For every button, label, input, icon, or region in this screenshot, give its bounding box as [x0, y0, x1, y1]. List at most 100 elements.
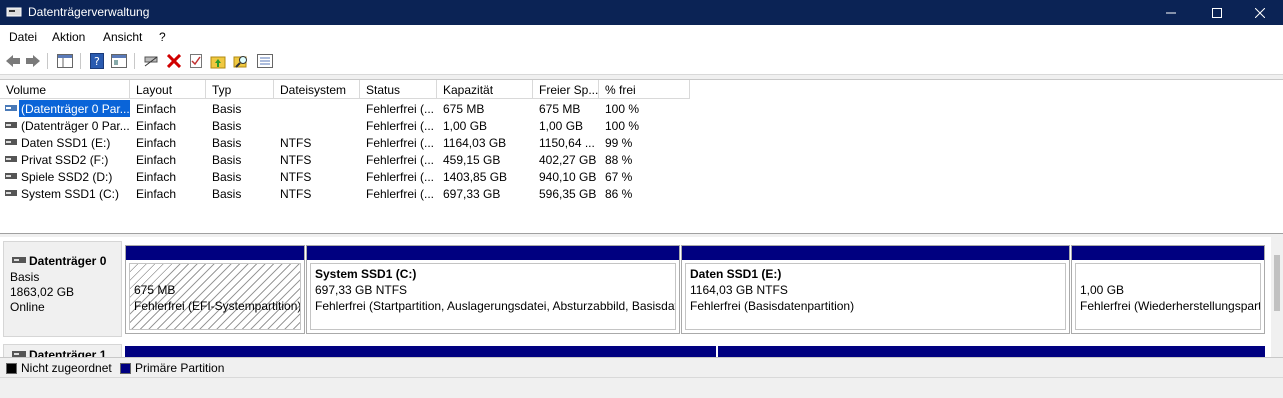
partition-body: System SSD1 (C:) 697,33 GB NTFS Fehlerfr…	[310, 263, 676, 330]
partition-body: 675 MB Fehlerfrei (EFI-Systempartition)	[129, 263, 301, 330]
cell-typ: Basis	[212, 136, 242, 150]
menu-datei[interactable]: Datei	[9, 30, 37, 44]
svg-text:?: ?	[94, 55, 100, 68]
col-header-typ[interactable]: Typ	[206, 80, 274, 99]
col-header-dateisystem[interactable]: Dateisystem	[274, 80, 360, 99]
cell-volume: (Datenträger 0 Par...	[21, 119, 130, 133]
partition-band	[1072, 246, 1264, 260]
settings-view-button[interactable]	[256, 52, 274, 70]
col-header-volume[interactable]: Volume	[0, 80, 130, 99]
window-title: Datenträgerverwaltung	[28, 5, 150, 19]
partition-system-c[interactable]: System SSD1 (C:) 697,33 GB NTFS Fehlerfr…	[306, 245, 680, 334]
scrollbar-thumb[interactable]	[1274, 255, 1280, 311]
disk1-info[interactable]: Datenträger 1	[3, 344, 122, 357]
partition-size: 697,33 GB NTFS	[315, 283, 408, 297]
minimize-button[interactable]	[1148, 0, 1194, 25]
partition-efi[interactable]: 675 MB Fehlerfrei (EFI-Systempartition)	[125, 245, 305, 334]
show-hide-console-tree-button[interactable]	[56, 52, 74, 70]
partition-recovery[interactable]: 1,00 GB Fehlerfrei (Wiederherstellungspa…	[1071, 245, 1265, 334]
table-row[interactable]: Spiele SSD2 (D:) Einfach Basis NTFS Fehl…	[0, 168, 1283, 185]
cell-dateisystem: NTFS	[280, 153, 312, 167]
title-bar: Datenträgerverwaltung	[0, 0, 1283, 25]
disk0-info[interactable]: Datenträger 0 Basis 1863,02 GB Online	[3, 241, 122, 337]
cell-prozent-frei: 88 %	[605, 153, 633, 167]
help-book-icon: ?	[90, 53, 104, 69]
partition-size: 1,00 GB	[1080, 283, 1125, 297]
toolbar-separator	[80, 53, 81, 69]
volume-icon	[5, 156, 17, 162]
cell-dateisystem: NTFS	[280, 170, 312, 184]
legend-unallocated: Nicht zugeordnet	[21, 361, 112, 375]
partition-status: Fehlerfrei (EFI-Systempartition)	[134, 299, 301, 313]
volume-icon	[5, 122, 17, 128]
maximize-button[interactable]	[1194, 0, 1240, 25]
disk1-name: Datenträger 1	[29, 348, 107, 357]
cell-kapazitaet: 459,15 GB	[443, 153, 501, 167]
partition-title	[134, 266, 296, 282]
status-bar	[0, 377, 1283, 398]
partition-status: Fehlerfrei (Basisdatenpartition)	[690, 299, 855, 313]
cell-typ: Basis	[212, 102, 242, 116]
forward-arrow-icon	[26, 55, 40, 67]
partition-title: System SSD1 (C:)	[315, 267, 417, 281]
cell-status: Fehlerfrei (...	[366, 170, 435, 184]
cell-freier-speicher: 402,27 GB	[539, 153, 597, 167]
table-row[interactable]: (Datenträger 0 Par... Einfach Basis Fehl…	[0, 100, 1283, 117]
menu-ansicht[interactable]: Ansicht	[103, 30, 142, 44]
disk-graph-pane: Datenträger 0 Basis 1863,02 GB Online 67…	[0, 237, 1283, 357]
folder-up-button[interactable]	[209, 52, 227, 70]
forward-button[interactable]	[24, 52, 42, 70]
partition-status: Fehlerfrei (Wiederherstellungspartition)	[1080, 299, 1261, 313]
col-header-kapazitaet[interactable]: Kapazität	[437, 80, 533, 99]
cell-prozent-frei: 100 %	[605, 119, 640, 133]
partition-title: Daten SSD1 (E:)	[690, 267, 782, 281]
search-folder-icon	[233, 56, 247, 68]
partition-band	[682, 246, 1069, 260]
cell-kapazitaet: 1,00 GB	[443, 119, 488, 133]
disk1-partition-band[interactable]	[125, 346, 716, 357]
cell-typ: Basis	[212, 153, 242, 167]
cell-freier-speicher: 675 MB	[539, 102, 581, 116]
check-button[interactable]	[187, 52, 205, 70]
table-row[interactable]: System SSD1 (C:) Einfach Basis NTFS Fehl…	[0, 185, 1283, 202]
table-row[interactable]: Daten SSD1 (E:) Einfach Basis NTFS Fehle…	[0, 134, 1283, 151]
table-row[interactable]: (Datenträger 0 Par... Einfach Basis Fehl…	[0, 117, 1283, 134]
disk1-partition-band[interactable]	[718, 346, 1265, 357]
col-header-prozent-frei[interactable]: % frei	[599, 80, 690, 99]
back-button[interactable]	[4, 52, 22, 70]
help-button[interactable]: ?	[88, 52, 106, 70]
menu-aktion[interactable]: Aktion	[52, 30, 85, 44]
table-row[interactable]: Privat SSD2 (F:) Einfach Basis NTFS Fehl…	[0, 151, 1283, 168]
cell-prozent-frei: 86 %	[605, 187, 633, 201]
delete-button[interactable]	[165, 52, 183, 70]
vertical-scrollbar[interactable]	[1271, 237, 1283, 357]
menu-help[interactable]: ?	[159, 30, 166, 44]
cell-freier-speicher: 1150,64 ...	[539, 136, 595, 150]
cell-status: Fehlerfrei (...	[366, 102, 435, 116]
cell-typ: Basis	[212, 119, 242, 133]
legend-primary: Primäre Partition	[135, 361, 225, 375]
col-header-freier-speicher[interactable]: Freier Sp...	[533, 80, 599, 99]
volume-icon	[5, 105, 17, 111]
cell-dateisystem: NTFS	[280, 136, 312, 150]
cell-volume: Daten SSD1 (E:)	[21, 136, 111, 150]
cell-freier-speicher: 1,00 GB	[539, 119, 584, 133]
toolbar-separator	[47, 53, 48, 69]
cell-layout: Einfach	[136, 136, 177, 150]
unallocated-swatch	[6, 363, 17, 374]
close-button[interactable]	[1237, 0, 1283, 25]
connect-button[interactable]	[142, 52, 160, 70]
disk-icon	[12, 257, 26, 263]
partition-status: Fehlerfrei (Startpartition, Auslagerungs…	[315, 299, 675, 313]
partition-daten-e[interactable]: Daten SSD1 (E:) 1164,03 GB NTFS Fehlerfr…	[681, 245, 1070, 334]
properties-view-button[interactable]	[110, 52, 128, 70]
col-header-layout[interactable]: Layout	[130, 80, 206, 99]
cell-prozent-frei: 99 %	[605, 136, 633, 150]
cell-freier-speicher: 940,10 GB	[539, 170, 597, 184]
settings-list-icon	[257, 54, 273, 68]
search-button[interactable]	[232, 52, 250, 70]
disk0-name: Datenträger 0	[29, 254, 107, 268]
partition-size: 675 MB	[134, 283, 176, 297]
disk0-type: Basis	[10, 270, 40, 284]
col-header-status[interactable]: Status	[360, 80, 437, 99]
